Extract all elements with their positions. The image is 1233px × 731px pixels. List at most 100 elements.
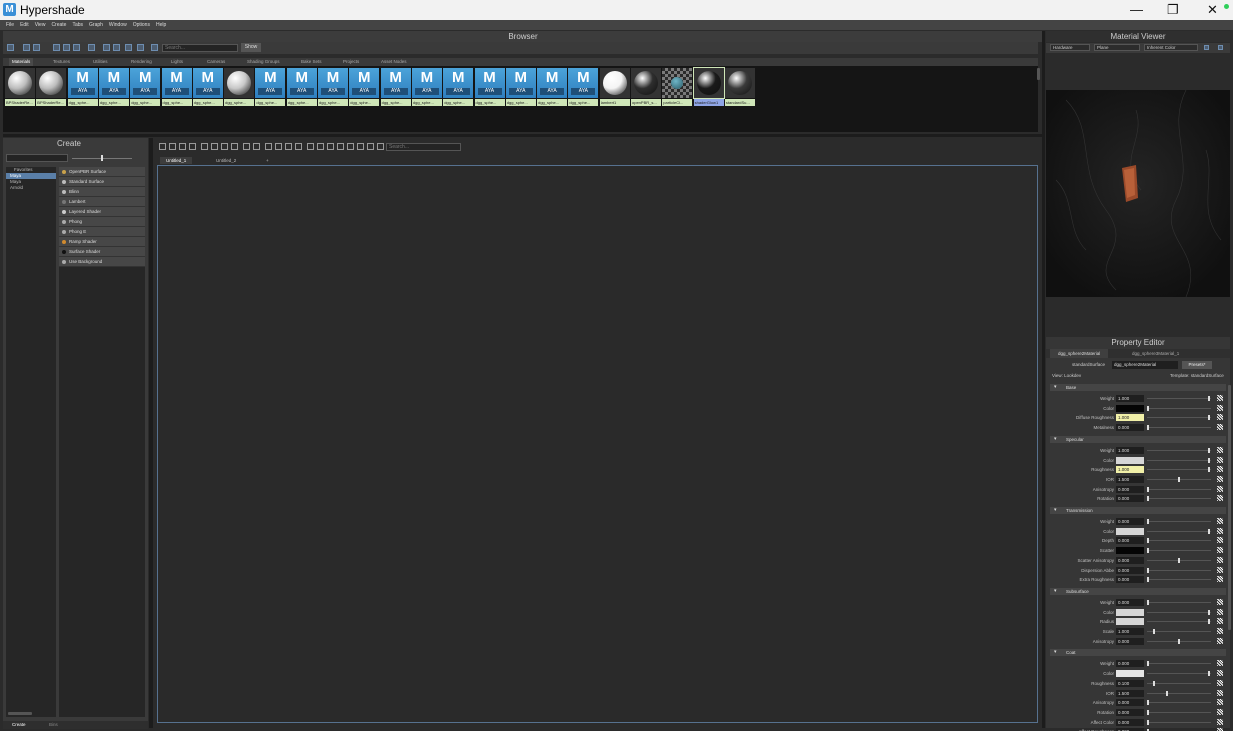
toolbar-icon[interactable]	[33, 44, 40, 51]
attribute-slider[interactable]	[1147, 459, 1211, 461]
slider-knob[interactable]	[1147, 577, 1149, 583]
graph-toolbar-icon[interactable]	[307, 143, 314, 150]
map-button-icon[interactable]	[1217, 699, 1223, 706]
attribute-slider[interactable]	[1147, 611, 1211, 613]
value-field[interactable]: 0.000	[1116, 708, 1144, 716]
map-button-icon[interactable]	[1217, 395, 1223, 401]
value-field[interactable]: 0.000	[1116, 660, 1144, 668]
close-button[interactable]: ✕	[1207, 2, 1218, 18]
toolbar-icon[interactable]	[53, 44, 60, 51]
map-button-icon[interactable]	[1217, 670, 1223, 677]
map-button-icon[interactable]	[1217, 628, 1223, 634]
material-swatch[interactable]: dgg_sphe...	[224, 68, 255, 108]
swatch-thumbnail[interactable]: M AYA	[286, 68, 317, 98]
material-swatch[interactable]: M AYA dgg_sphe...	[286, 68, 317, 108]
tab-materials[interactable]: Materials	[9, 58, 34, 66]
minimize-button[interactable]: —	[1130, 2, 1143, 17]
slider-knob[interactable]	[1207, 528, 1210, 534]
swatch-thumbnail[interactable]: M AYA	[98, 68, 129, 98]
map-button-icon[interactable]	[1217, 576, 1223, 583]
map-button-icon[interactable]	[1217, 637, 1223, 644]
menu-item-tabs[interactable]: Tabs	[72, 20, 83, 30]
swatch-thumbnail[interactable]	[692, 67, 725, 99]
material-preview[interactable]	[1046, 90, 1230, 297]
graph-toolbar-icon[interactable]	[221, 143, 228, 150]
material-swatch[interactable]: BPShaderRe...	[5, 68, 35, 108]
map-button-icon[interactable]	[1217, 495, 1223, 502]
tab-textures[interactable]: Textures	[53, 58, 70, 66]
material-swatch[interactable]: BPShaderRe...	[36, 68, 67, 108]
shape-dropdown[interactable]: Plane	[1094, 44, 1140, 51]
attribute-slider[interactable]	[1147, 663, 1211, 665]
browser-scrollbar[interactable]	[1037, 68, 1040, 80]
section-coat[interactable]: Coat	[1050, 649, 1226, 657]
attribute-slider[interactable]	[1147, 631, 1211, 632]
slider-knob[interactable]	[1147, 496, 1149, 502]
swatch-thumbnail[interactable]: M AYA	[443, 68, 474, 98]
slider-knob[interactable]	[1147, 719, 1149, 725]
attribute-slider[interactable]	[1147, 540, 1211, 542]
material-swatch[interactable]: M AYA dgg_sphe...	[537, 68, 568, 108]
browser-search-input[interactable]: Search...	[162, 44, 238, 52]
attribute-slider[interactable]	[1147, 407, 1211, 409]
attribute-slider[interactable]	[1147, 569, 1211, 571]
material-swatch[interactable]: M AYA dgg_sphe...	[98, 68, 129, 108]
slider-knob[interactable]	[1147, 405, 1149, 411]
swatch-thumbnail[interactable]: M AYA	[318, 68, 348, 98]
graph-toolbar-icon[interactable]	[189, 143, 196, 150]
menu-item-file[interactable]: File	[6, 20, 14, 30]
graph-toolbar-icon[interactable]	[201, 143, 208, 150]
tab-bins[interactable]: Bins	[49, 721, 58, 729]
toolbar-icon[interactable]	[7, 44, 14, 51]
material-swatch[interactable]: M AYA dgg_sphe...	[443, 68, 474, 108]
attribute-slider[interactable]	[1147, 721, 1211, 723]
attribute-slider[interactable]	[1147, 673, 1211, 675]
graph-toolbar-icon[interactable]	[367, 143, 374, 150]
presets-button[interactable]: Presets*	[1182, 361, 1212, 369]
slider-knob[interactable]	[1207, 415, 1210, 421]
map-button-icon[interactable]	[1217, 485, 1223, 492]
create-node-blinn[interactable]: Blinn	[59, 187, 145, 197]
pause-icon[interactable]	[1204, 45, 1209, 50]
color-swatch[interactable]	[1116, 547, 1144, 555]
swatch-thumbnail[interactable]	[36, 68, 67, 98]
toolbar-icon[interactable]	[137, 44, 144, 51]
slider-knob[interactable]	[1147, 425, 1149, 431]
show-button[interactable]: Show	[241, 43, 261, 52]
graph-tab-untitled-1[interactable]: Untitled_1	[160, 157, 193, 164]
graph-toolbar-icon[interactable]	[265, 143, 272, 150]
pe-tab-active[interactable]: dgg_sphere2Material	[1050, 349, 1109, 358]
menu-item-create[interactable]: Create	[51, 20, 66, 30]
create-node-openpbr-surface[interactable]: OpenPBR Surface	[59, 167, 145, 177]
value-field[interactable]: 1.000	[1116, 446, 1144, 454]
map-button-icon[interactable]	[1217, 475, 1223, 482]
value-field[interactable]: 0.000	[1116, 718, 1144, 726]
menu-item-options[interactable]: Options	[133, 20, 150, 30]
menu-item-help[interactable]: Help	[156, 20, 166, 30]
attribute-slider[interactable]	[1147, 488, 1211, 490]
material-swatch[interactable]: standardSu...	[724, 68, 755, 108]
map-button-icon[interactable]	[1217, 518, 1223, 524]
value-field[interactable]: 1.500	[1116, 475, 1144, 483]
graph-toolbar-icon[interactable]	[231, 143, 238, 150]
create-node-lambert[interactable]: Lambert	[59, 197, 145, 207]
map-button-icon[interactable]	[1217, 608, 1223, 615]
graph-toolbar-icon[interactable]	[253, 143, 260, 150]
graph-toolbar-icon[interactable]	[337, 143, 344, 150]
material-swatch[interactable]: M AYA dgg_sphe...	[192, 68, 223, 108]
map-button-icon[interactable]	[1217, 689, 1223, 696]
slider-knob[interactable]	[1207, 619, 1210, 625]
attribute-slider[interactable]	[1147, 521, 1211, 522]
tab-bake-sets[interactable]: Bake Sets	[301, 58, 322, 66]
map-button-icon[interactable]	[1217, 547, 1223, 554]
swatch-thumbnail[interactable]	[224, 68, 255, 98]
color-swatch[interactable]	[1116, 670, 1144, 678]
swatch-thumbnail[interactable]: M AYA	[411, 68, 442, 98]
material-swatch[interactable]: M AYA dgg_sphe...	[349, 68, 380, 108]
slider-knob[interactable]	[1153, 629, 1156, 634]
swatch-thumbnail[interactable]	[724, 68, 755, 98]
tab-shading-groups[interactable]: Shading Groups	[247, 58, 280, 66]
splitter[interactable]	[3, 134, 1043, 137]
color-swatch[interactable]	[1116, 527, 1144, 535]
value-field[interactable]: 0.000	[1116, 556, 1144, 564]
